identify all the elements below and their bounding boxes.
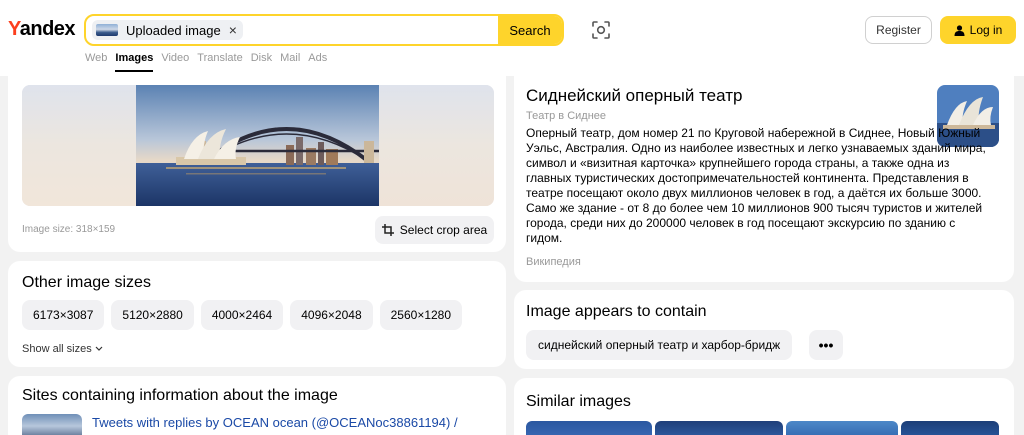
query-image[interactable] [22, 85, 494, 206]
header: Yandex Uploaded image × Search Register … [0, 0, 1024, 76]
image-blur-right [379, 85, 494, 206]
sites-title: Sites containing information about the i… [22, 387, 338, 404]
site-thumbnail[interactable] [22, 414, 82, 435]
more-options-button[interactable]: ••• [809, 330, 843, 360]
login-button[interactable]: Log in [940, 16, 1016, 44]
remove-image-icon[interactable]: × [229, 22, 237, 38]
login-label: Log in [969, 23, 1003, 37]
similar-image-thumbnail[interactable] [526, 421, 652, 435]
similar-images-card: Similar images [514, 378, 1014, 435]
source-link[interactable]: Википедия [526, 256, 581, 268]
show-all-sizes-link[interactable]: Show all sizes [22, 343, 103, 355]
image-size-label: Image size: 318×159 [22, 224, 116, 235]
nav-web[interactable]: Web [85, 52, 107, 72]
search-box[interactable]: Uploaded image × Search [84, 14, 564, 46]
image-contains-card: Image appears to contain сиднейский опер… [514, 290, 1014, 369]
image-blur-left [22, 85, 136, 206]
nav-ads[interactable]: Ads [308, 52, 327, 72]
yandex-logo[interactable]: Yandex [8, 18, 76, 41]
entity-title[interactable]: Сиднейский оперный театр [526, 86, 742, 106]
crop-icon [381, 224, 394, 236]
chevron-down-icon [95, 346, 103, 351]
search-button[interactable]: Search [498, 16, 562, 44]
nav-mail[interactable]: Mail [280, 52, 300, 72]
entity-subtitle: Театр в Сиднее [526, 110, 607, 122]
site-link[interactable]: Tweets with replies by OCEAN ocean (@OCE… [92, 415, 458, 430]
sydney-opera-house-photo [136, 85, 379, 206]
show-all-label: Show all sizes [22, 343, 92, 355]
other-sizes-card: Other image sizes 6173×3087 5120×2880 40… [8, 261, 506, 367]
sites-card: Sites containing information about the i… [8, 376, 506, 435]
uploaded-image-thumbnail [96, 24, 118, 36]
size-pill[interactable]: 2560×1280 [379, 300, 463, 330]
nav-video[interactable]: Video [161, 52, 189, 72]
similar-image-thumbnail[interactable] [655, 421, 783, 435]
other-sizes-title: Other image sizes [22, 274, 151, 291]
object-pill[interactable]: сиднейский оперный театр и харбор-бридж [526, 330, 793, 360]
register-button[interactable]: Register [865, 16, 932, 44]
similar-images-row [526, 421, 999, 435]
service-nav: Web Images Video Translate Disk Mail Ads [85, 52, 335, 72]
entity-description: Оперный театр, дом номер 21 по Круговой … [526, 126, 986, 245]
nav-translate[interactable]: Translate [197, 52, 242, 72]
nav-disk[interactable]: Disk [251, 52, 272, 72]
user-icon [954, 24, 965, 36]
uploaded-image-chip: Uploaded image × [92, 20, 243, 40]
select-crop-area-button[interactable]: Select crop area [375, 216, 494, 244]
camera-search-icon[interactable] [590, 19, 612, 41]
size-pills: 6173×3087 5120×2880 4000×2464 4096×2048 … [22, 300, 463, 330]
similar-image-thumbnail[interactable] [901, 421, 999, 435]
size-pill[interactable]: 4000×2464 [200, 300, 284, 330]
size-pill[interactable]: 4096×2048 [290, 300, 373, 330]
knowledge-card: Сиднейский оперный театр Театр в Сиднее … [514, 76, 1014, 282]
image-contains-title: Image appears to contain [526, 303, 707, 320]
chip-label: Uploaded image [126, 22, 221, 38]
similar-images-title: Similar images [526, 393, 631, 410]
crop-label: Select crop area [399, 223, 488, 237]
size-pill[interactable]: 6173×3087 [22, 300, 105, 330]
nav-images[interactable]: Images [115, 52, 153, 72]
size-pill[interactable]: 5120×2880 [111, 300, 194, 330]
similar-image-thumbnail[interactable] [786, 421, 898, 435]
query-image-card: Image size: 318×159 Select crop area [8, 76, 506, 252]
